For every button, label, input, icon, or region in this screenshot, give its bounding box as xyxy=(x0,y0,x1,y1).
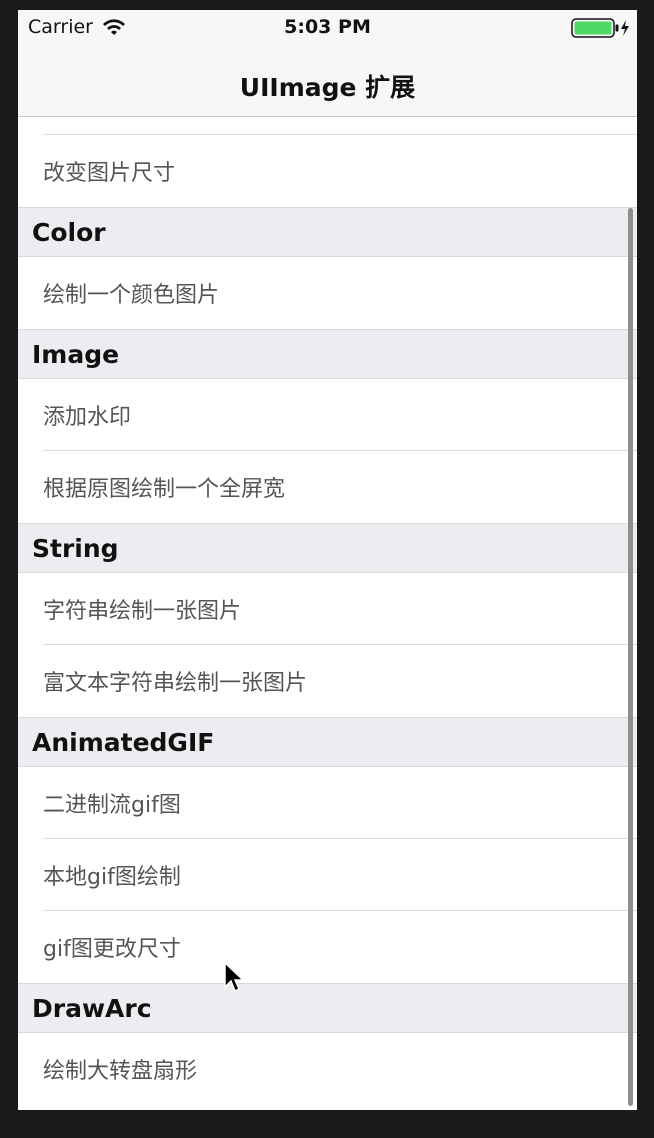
list-item[interactable]: gif图更改尺寸 xyxy=(18,911,637,983)
list-item-label: 字符串绘制一张图片 xyxy=(43,599,242,624)
section-header-label: Image xyxy=(32,339,120,369)
list-item-label: 添加水印 xyxy=(43,405,132,430)
battery-icon xyxy=(571,18,629,38)
list-item-label: 绘制大转盘扇形 xyxy=(43,1059,198,1084)
list-item[interactable]: 绘制大转盘扇形 xyxy=(18,1033,637,1105)
section-header-drawarc: DrawArc xyxy=(18,983,637,1033)
nav-title: UIImage 扩展 xyxy=(239,73,416,102)
list-item-label: gif图更改尺寸 xyxy=(43,937,181,962)
list-item[interactable]: 绘制一个颜色图片 xyxy=(18,257,637,329)
mouse-pointer-icon xyxy=(224,962,245,993)
list-item[interactable] xyxy=(18,117,637,135)
bolt-icon xyxy=(621,20,629,36)
list-item-label: 改变图片尺寸 xyxy=(43,161,176,186)
list-item-label: 本地gif图绘制 xyxy=(43,865,181,890)
list-item[interactable]: 字符串绘制一张图片 xyxy=(18,573,637,645)
list-item[interactable]: 富文本字符串绘制一张图片 xyxy=(18,645,637,717)
section-header-label: DrawArc xyxy=(32,993,152,1023)
list-item-label: 二进制流gif图 xyxy=(43,793,181,818)
navigation-bar: UIImage 扩展 xyxy=(18,50,637,117)
section-header-image: Image xyxy=(18,329,637,379)
section-header-label: String xyxy=(32,533,119,563)
section-header-label: AnimatedGIF xyxy=(32,727,215,757)
status-time: 5:03 PM xyxy=(284,16,371,38)
list-item-label: 根据原图绘制一个全屏宽 xyxy=(43,477,286,502)
list-item[interactable]: 根据原图绘制一个全屏宽 xyxy=(18,451,637,523)
list-item[interactable]: 添加水印 xyxy=(18,379,637,451)
section-header-animatedgif: AnimatedGIF xyxy=(18,717,637,767)
section-header-color: Color xyxy=(18,207,637,257)
phone-screen: Carrier 5:03 PM UIImage 扩展 改变图片尺寸 Color … xyxy=(18,10,637,1110)
table-view[interactable]: 改变图片尺寸 Color 绘制一个颜色图片 Image 添加水印 根据原图绘制一… xyxy=(18,117,637,1110)
list-item-label: 富文本字符串绘制一张图片 xyxy=(43,671,308,696)
list-item-resize-image[interactable]: 改变图片尺寸 xyxy=(18,135,637,207)
list-item-label: 绘制一个颜色图片 xyxy=(43,283,220,308)
status-bar: Carrier 5:03 PM xyxy=(18,10,637,50)
section-header-string: String xyxy=(18,523,637,573)
list-item[interactable]: 本地gif图绘制 xyxy=(18,839,637,911)
list-item[interactable]: 二进制流gif图 xyxy=(18,767,637,839)
section-header-label: Color xyxy=(32,217,106,247)
scroll-indicator[interactable] xyxy=(628,208,633,1106)
